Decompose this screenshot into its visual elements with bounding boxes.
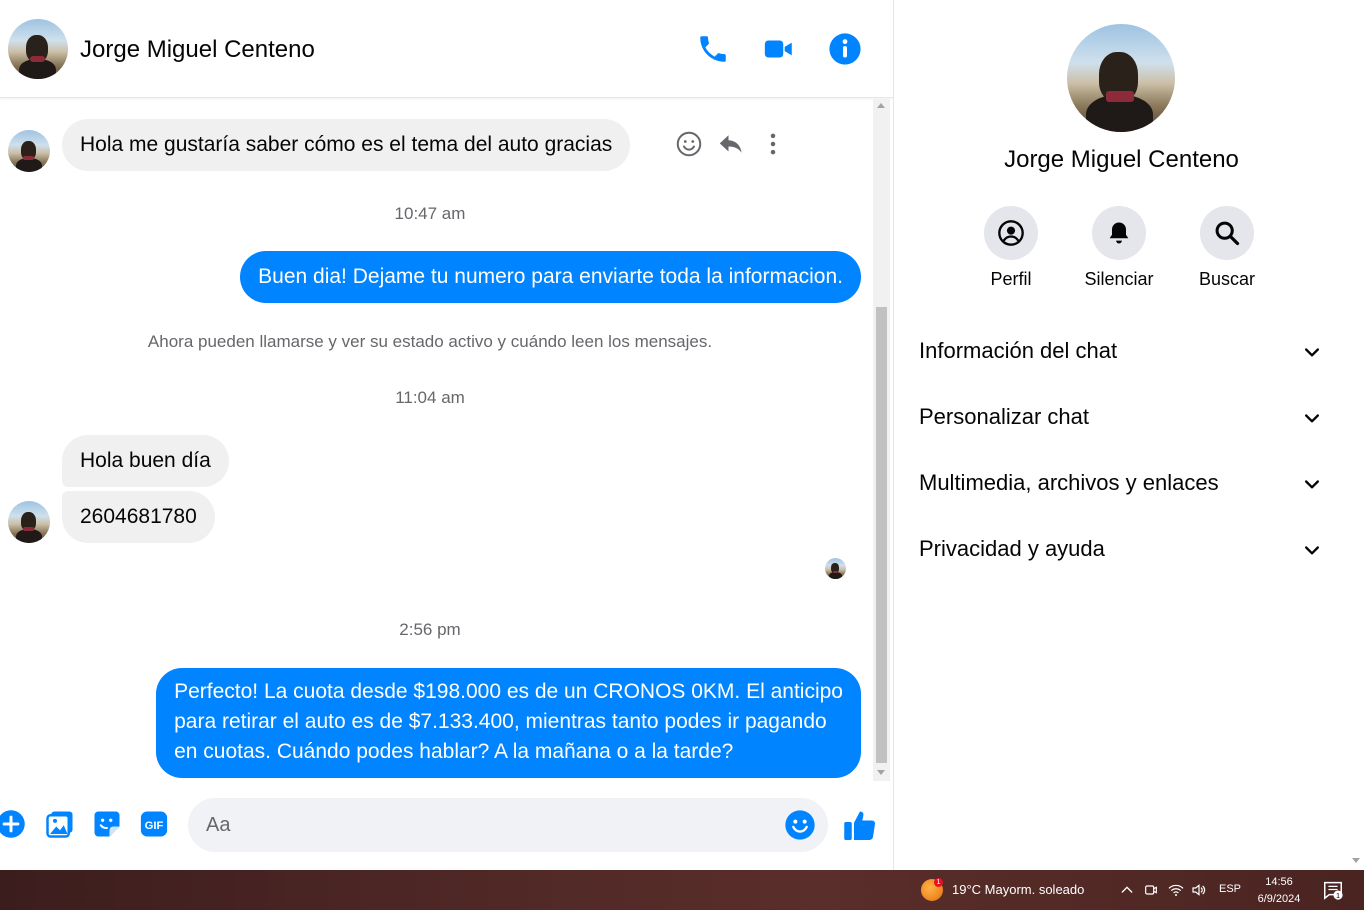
phone-call-icon[interactable] xyxy=(696,32,730,66)
mute-button[interactable]: Silenciar xyxy=(1074,206,1164,290)
section-label: Multimedia, archivos y enlaces xyxy=(919,470,1219,495)
profile-name: Jorge Miguel Centeno xyxy=(1004,146,1239,173)
info-icon[interactable] xyxy=(828,32,862,66)
message-list[interactable]: Hola me gustaría saber cómo es el tema d… xyxy=(0,99,873,785)
section-customize-chat[interactable]: Personalizar chat xyxy=(906,388,1336,446)
volume-icon[interactable] xyxy=(1191,882,1207,898)
system-clock[interactable]: 14:56 6/9/2024 xyxy=(1250,874,1308,908)
chevron-down-icon xyxy=(1302,540,1322,560)
profile-label: Perfil xyxy=(990,269,1032,289)
sticker-icon[interactable] xyxy=(92,809,122,839)
weather-text[interactable]: 19°C Mayorm. soleado xyxy=(952,882,1084,897)
sender-avatar[interactable] xyxy=(8,130,50,172)
contact-name[interactable]: Jorge Miguel Centeno xyxy=(80,36,315,64)
message-bubble-incoming[interactable]: Hola buen día xyxy=(62,435,229,487)
wifi-icon[interactable] xyxy=(1168,882,1184,898)
notification-center-icon[interactable]: 1 xyxy=(1322,879,1344,901)
section-label: Personalizar chat xyxy=(919,404,1089,429)
profile-icon xyxy=(984,206,1038,260)
message-line: para retirar el auto es de $7.133.400, m… xyxy=(174,710,827,733)
gallery-icon[interactable] xyxy=(45,809,75,839)
chat-header: Jorge Miguel Centeno xyxy=(0,0,893,98)
video-call-icon[interactable] xyxy=(762,32,796,66)
windows-taskbar: 1 19°C Mayorm. soleado ESP 14:56 6/9/202… xyxy=(0,870,1364,910)
chevron-down-icon xyxy=(1302,342,1322,362)
message-bubble-incoming[interactable]: 2604681780 xyxy=(62,491,215,543)
section-privacy-help[interactable]: Privacidad y ayuda xyxy=(906,520,1336,578)
search-button[interactable]: Buscar xyxy=(1182,206,1272,290)
mute-label: Silenciar xyxy=(1084,269,1154,289)
react-icon[interactable] xyxy=(674,129,704,159)
messenger-app: Jorge Miguel Centeno Hola me gustaría sa… xyxy=(0,0,1364,870)
message-input[interactable] xyxy=(188,798,828,852)
scroll-up-arrow[interactable] xyxy=(877,103,885,108)
add-icon[interactable] xyxy=(0,809,26,839)
profile-avatar[interactable] xyxy=(1067,24,1175,132)
message-bubble-outgoing[interactable]: Perfecto! La cuota desde $198.000 es de … xyxy=(156,668,861,778)
meet-now-icon[interactable] xyxy=(1143,882,1159,898)
svg-text:GIF: GIF xyxy=(145,820,164,832)
sender-avatar[interactable] xyxy=(8,501,50,543)
system-notice: Ahora pueden llamarse y ver su estado ac… xyxy=(147,332,713,351)
chevron-up-icon[interactable] xyxy=(1119,882,1135,898)
clock-time: 14:56 xyxy=(1265,876,1293,888)
message-timestamp: 2:56 pm xyxy=(399,620,461,639)
gif-icon[interactable]: GIF xyxy=(139,809,169,839)
search-label: Buscar xyxy=(1198,269,1256,289)
message-timestamp: 10:47 am xyxy=(394,204,466,223)
message-bubble-outgoing[interactable]: Buen dia! Dejame tu numero para enviarte… xyxy=(240,251,861,303)
seen-indicator-avatar xyxy=(825,558,846,579)
like-icon[interactable] xyxy=(842,807,878,843)
search-icon xyxy=(1200,206,1254,260)
input-language[interactable]: ESP xyxy=(1219,883,1241,895)
message-composer: GIF xyxy=(0,785,893,870)
scroll-down-arrow[interactable] xyxy=(877,770,885,775)
section-label: Privacidad y ayuda xyxy=(919,536,1105,561)
message-scrollbar[interactable] xyxy=(873,99,890,781)
more-icon[interactable] xyxy=(758,129,788,159)
message-line: Perfecto! La cuota desde $198.000 es de … xyxy=(174,680,843,703)
profile-button[interactable]: Perfil xyxy=(966,206,1056,290)
emoji-icon[interactable] xyxy=(784,809,815,840)
bell-icon xyxy=(1092,206,1146,260)
chevron-down-icon xyxy=(1302,474,1322,494)
message-line: en cuotas. Cuándo podes hablar? A la mañ… xyxy=(174,740,734,763)
section-label: Información del chat xyxy=(919,338,1118,363)
scroll-down-arrow[interactable] xyxy=(1352,858,1360,863)
message-bubble-incoming[interactable]: Hola me gustaría saber cómo es el tema d… xyxy=(62,119,631,171)
message-timestamp: 11:04 am xyxy=(395,388,465,407)
section-chat-info[interactable]: Información del chat xyxy=(906,322,1336,380)
clock-date: 6/9/2024 xyxy=(1257,893,1301,905)
reply-icon[interactable] xyxy=(716,129,746,159)
contact-avatar[interactable] xyxy=(8,19,68,79)
page-scrollbar[interactable] xyxy=(1348,0,1364,870)
chat-panel: Jorge Miguel Centeno Hola me gustaría sa… xyxy=(0,0,893,870)
conversation-info-panel: Jorge Miguel Centeno Perfil Silenciar Bu… xyxy=(893,0,1348,870)
chevron-down-icon xyxy=(1302,408,1322,428)
weather-badge: 1 xyxy=(934,878,943,887)
notification-count: 1 xyxy=(1336,891,1340,900)
scrollbar-thumb[interactable] xyxy=(876,307,887,763)
section-media-files-links[interactable]: Multimedia, archivos y enlaces xyxy=(906,454,1336,512)
